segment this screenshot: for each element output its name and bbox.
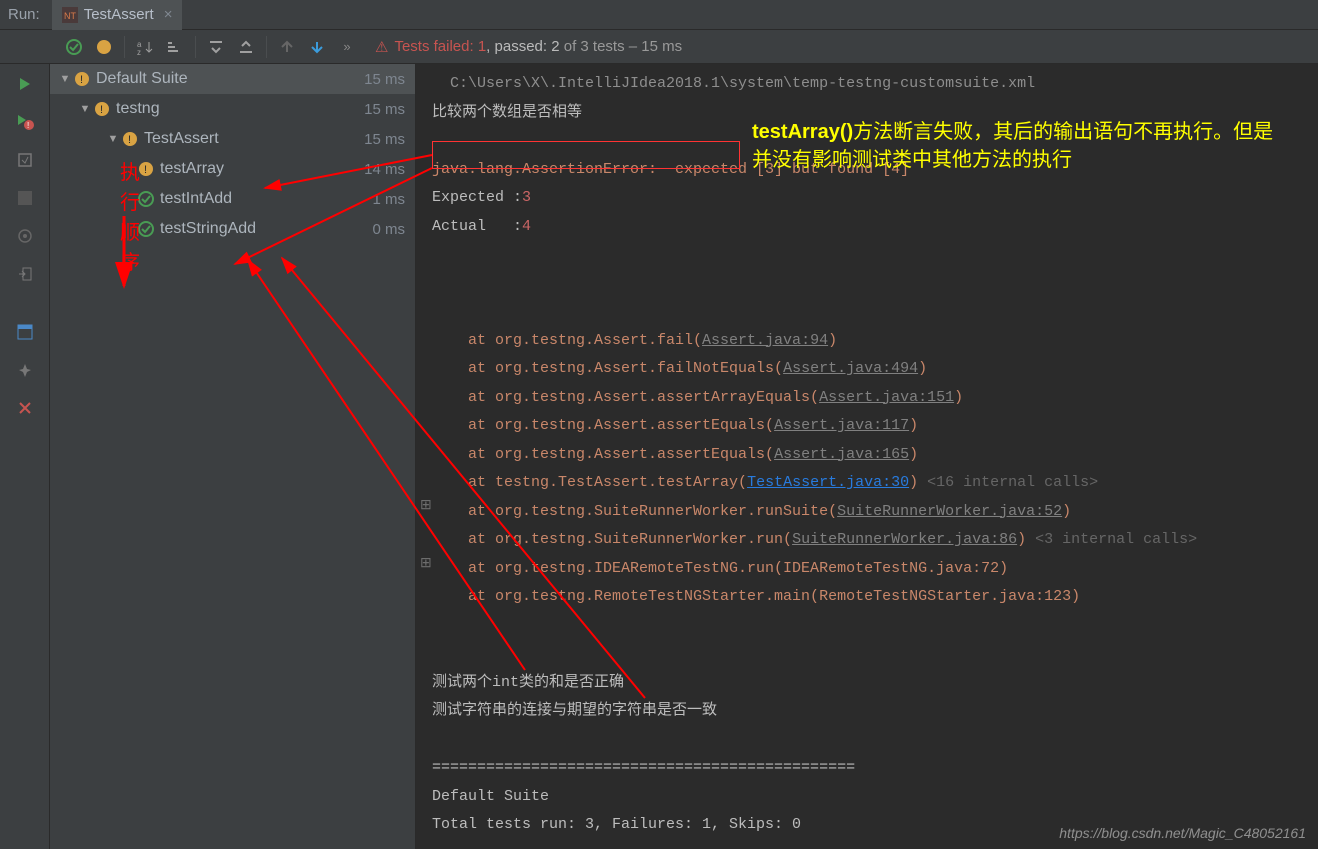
tree-time: 15 ms [364, 101, 405, 118]
stack-link[interactable]: Assert.java:94 [702, 332, 828, 349]
stack-link[interactable]: SuiteRunnerWorker.java:86 [792, 531, 1017, 548]
sort-duration-button[interactable] [161, 33, 189, 61]
stack-link[interactable]: Assert.java:165 [774, 446, 909, 463]
rerun-failed-button[interactable]: ! [11, 108, 39, 136]
watermark: https://blog.csdn.net/Magic_C48052161 [1059, 825, 1306, 841]
prev-failed-button[interactable] [273, 33, 301, 61]
tree-testassert[interactable]: ▼ ! TestAssert 15 ms [50, 124, 415, 154]
time-label: – 15 ms [625, 38, 683, 55]
tree-time: 15 ms [364, 71, 405, 88]
pin-button[interactable] [11, 356, 39, 384]
show-passed-button[interactable] [60, 33, 88, 61]
tree-test-0[interactable]: ! testArray 14 ms [50, 154, 415, 184]
tree-time: 14 ms [364, 161, 405, 178]
warning-icon: ⚠ [375, 38, 388, 56]
svg-text:!: ! [27, 121, 29, 130]
tree-root[interactable]: ▼ ! Default Suite 15 ms [50, 64, 415, 94]
passed-label: , passed: [486, 38, 551, 55]
pass-icon [138, 191, 154, 207]
more-button[interactable]: » [333, 33, 361, 61]
next-failed-button[interactable] [303, 33, 331, 61]
tree-label: testArray [160, 160, 364, 178]
stack-link[interactable]: Assert.java:151 [819, 389, 954, 406]
tab-test-assert[interactable]: NT TestAssert × [52, 0, 183, 30]
svg-text:NT: NT [64, 11, 76, 21]
toggle-auto-button[interactable] [11, 146, 39, 174]
tree-label: testIntAdd [160, 190, 372, 208]
stack-link[interactable]: TestAssert.java:30 [747, 474, 909, 491]
separator [266, 36, 267, 58]
chevron-down-icon[interactable]: ▼ [106, 133, 120, 145]
run-label: Run: [8, 6, 40, 23]
failed-label: Tests failed: [394, 38, 477, 55]
test-status: ⚠ Tests failed: 1, passed: 2 of 3 tests … [375, 38, 682, 56]
tree-testng[interactable]: ▼ ! testng 15 ms [50, 94, 415, 124]
svg-text:!: ! [144, 164, 147, 176]
warning-icon: ! [122, 131, 138, 147]
execution-order-label: 执 行 顺 序 [120, 158, 140, 278]
top-bar: Run: NT TestAssert × [0, 0, 1318, 30]
annotation-text: testArray()方法断言失败，其后的输出语句不再执行。但是并没有影响测试类… [752, 118, 1292, 174]
dump-button[interactable] [11, 222, 39, 250]
console-output[interactable]: C:\Users\X\.IntelliJIdea2018.1\system\te… [416, 64, 1318, 849]
passed-count: 2 [551, 38, 559, 55]
svg-text:z: z [137, 48, 141, 56]
stack-link[interactable]: SuiteRunnerWorker.java:52 [837, 503, 1062, 520]
chevron-down-icon[interactable]: ▼ [58, 73, 72, 85]
collapse-all-button[interactable] [232, 33, 260, 61]
stop-button[interactable] [11, 184, 39, 212]
tree-time: 15 ms [364, 131, 405, 148]
sort-alpha-button[interactable]: az [131, 33, 159, 61]
show-ignored-button[interactable] [90, 33, 118, 61]
stack-link[interactable]: Assert.java:117 [774, 417, 909, 434]
main-area: ! ▼ ! Default Suite 15 ms ▼ ! testng 15 … [0, 64, 1318, 849]
svg-text:!: ! [128, 134, 131, 146]
tree-label: testStringAdd [160, 220, 372, 238]
expand-icon[interactable]: ⊞ [420, 554, 432, 571]
warning-icon: ! [74, 71, 90, 87]
close-panel-button[interactable] [11, 394, 39, 422]
expand-icon[interactable]: ⊞ [420, 496, 432, 513]
tree-time: 0 ms [372, 221, 405, 238]
tree-time: 1 ms [372, 191, 405, 208]
svg-text:!: ! [80, 74, 83, 86]
tree-label: testng [116, 100, 364, 118]
expand-all-button[interactable] [202, 33, 230, 61]
close-icon[interactable]: × [164, 6, 173, 23]
pass-icon [138, 221, 154, 237]
failed-count: 1 [478, 38, 486, 55]
svg-text:!: ! [100, 104, 103, 116]
chevron-down-icon[interactable]: ▼ [78, 103, 92, 115]
of-label: of 3 tests [560, 38, 625, 55]
left-gutter: ! [0, 64, 50, 849]
toolbar: az » ⚠ Tests failed: 1, passed: 2 of 3 t… [0, 30, 1318, 64]
stack-link[interactable]: Assert.java:494 [783, 360, 918, 377]
fail-icon: ! [138, 161, 154, 177]
tab-title: TestAssert [84, 6, 154, 23]
test-tree: ▼ ! Default Suite 15 ms ▼ ! testng 15 ms… [50, 64, 416, 849]
separator [195, 36, 196, 58]
rerun-button[interactable] [11, 70, 39, 98]
warning-icon: ! [94, 101, 110, 117]
tree-label: TestAssert [144, 130, 364, 148]
tree-test-1[interactable]: testIntAdd 1 ms [50, 184, 415, 214]
separator [124, 36, 125, 58]
exit-button[interactable] [11, 260, 39, 288]
tree-test-2[interactable]: testStringAdd 0 ms [50, 214, 415, 244]
testng-icon: NT [62, 7, 78, 23]
tree-label: Default Suite [96, 70, 364, 88]
layout-button[interactable] [11, 318, 39, 346]
